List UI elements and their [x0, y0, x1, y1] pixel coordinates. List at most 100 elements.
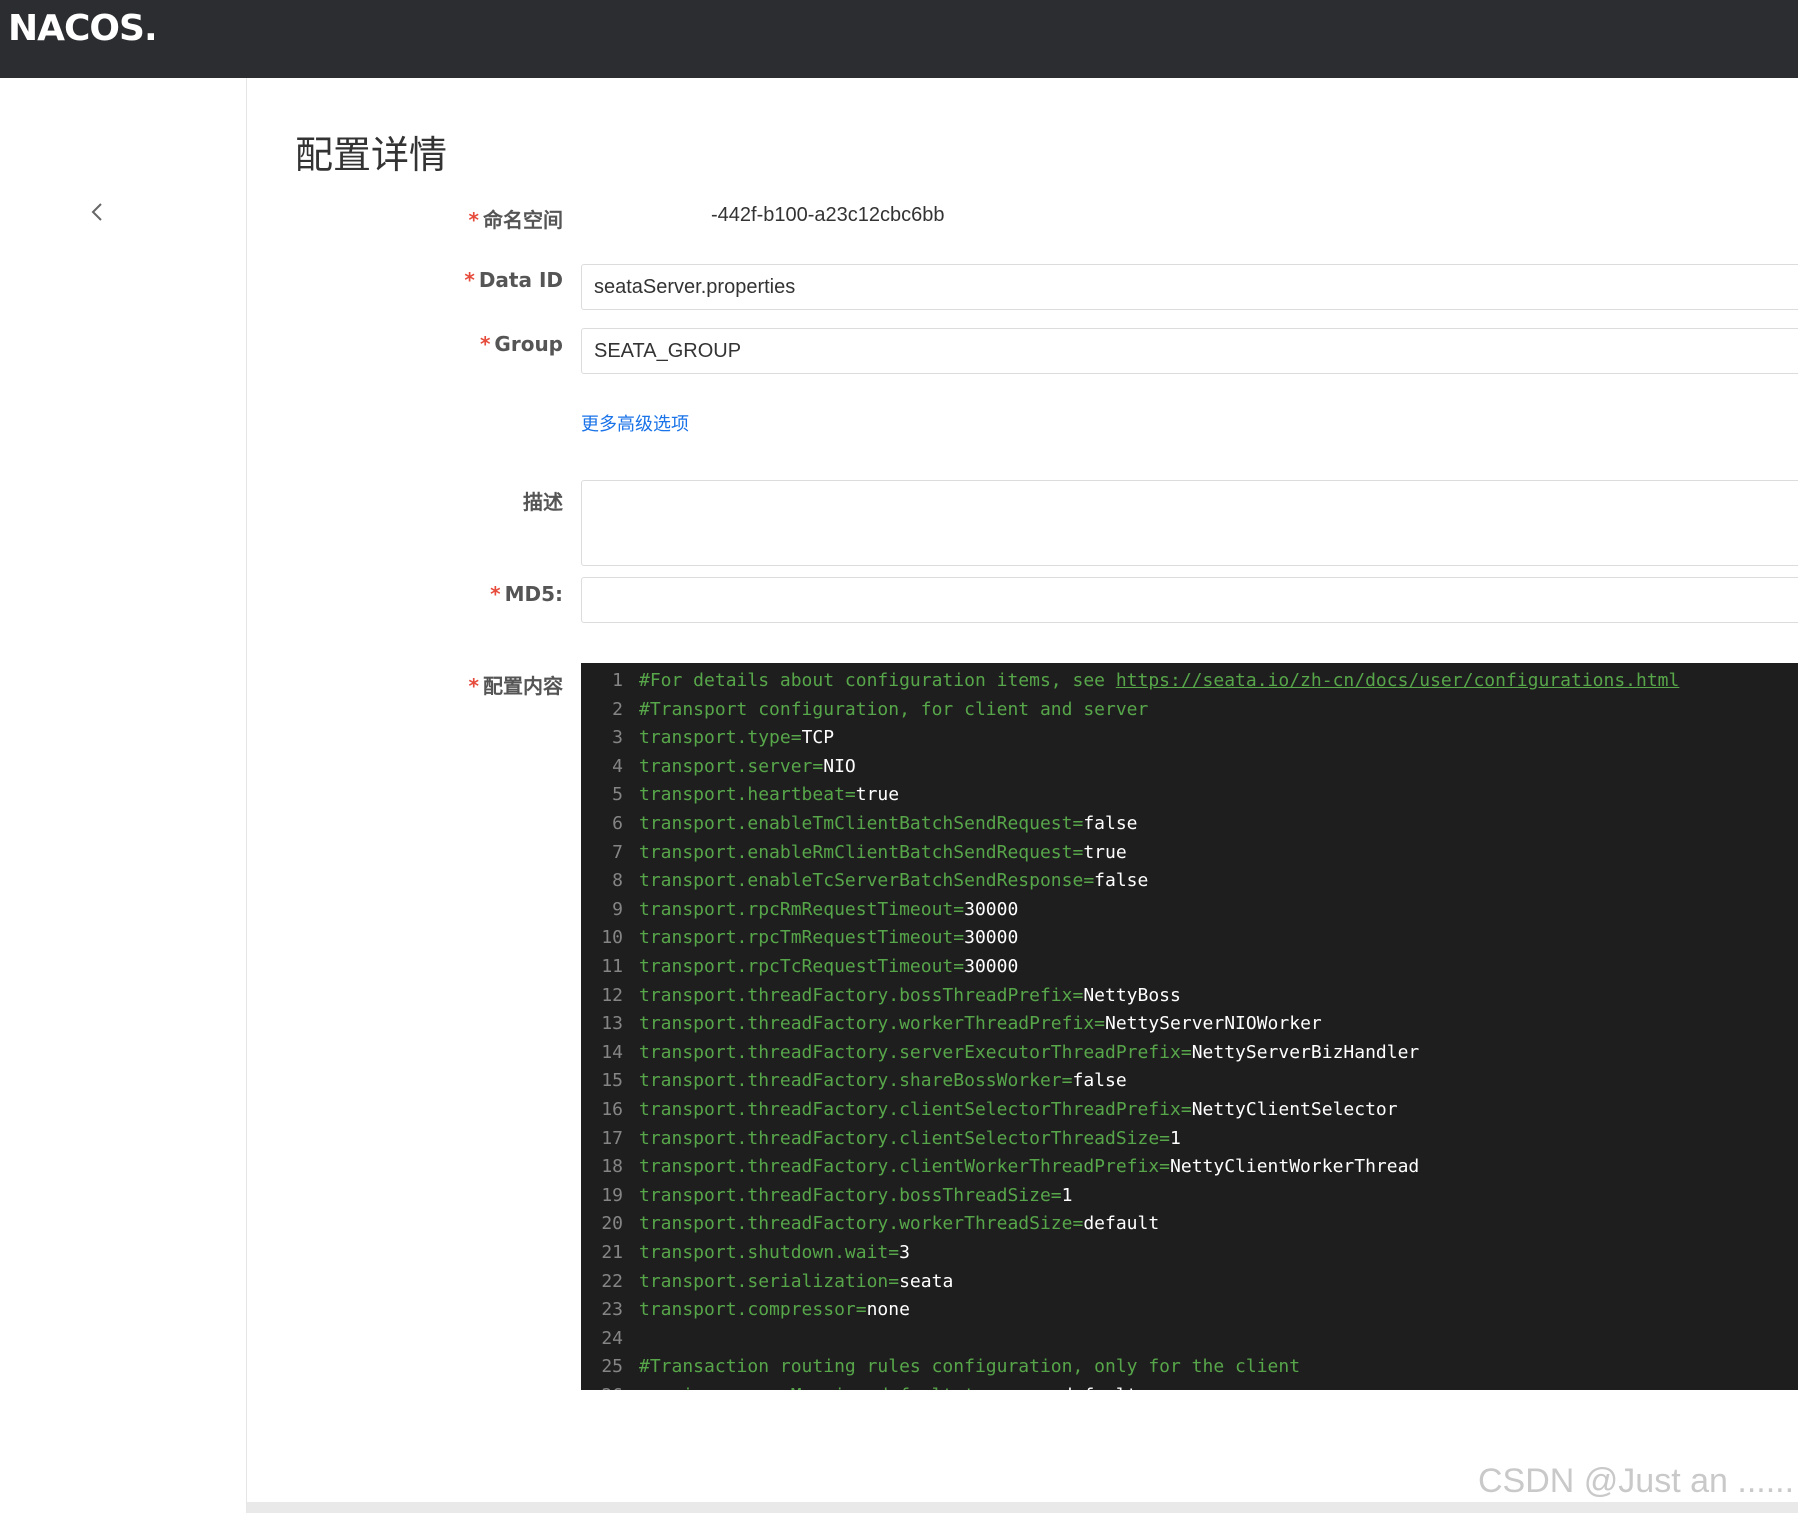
group-input[interactable]: SEATA_GROUP	[581, 328, 1798, 374]
code-line: 13 transport.threadFactory.workerThreadPr…	[581, 1010, 1798, 1038]
line-number: 1	[612, 670, 623, 691]
line-number: 7	[612, 841, 623, 863]
line-number: 15	[601, 1070, 623, 1092]
line-number: 18	[601, 1156, 623, 1178]
code-value: 30000	[964, 956, 1019, 977]
line-number: 16	[601, 1099, 623, 1120]
line-number: 6	[612, 813, 623, 834]
code-value: false	[1094, 870, 1149, 892]
line-number: 19	[601, 1184, 623, 1206]
advanced-options-link[interactable]: 更多高级选项	[581, 410, 689, 436]
code-value: true	[855, 784, 900, 806]
code-value: default	[1062, 1385, 1138, 1390]
line-number: 8	[612, 870, 623, 892]
code-value: default	[1083, 1213, 1160, 1235]
code-value: NettyServerBizHandler	[1191, 1041, 1420, 1063]
code-line: 3 transport.type=TCP	[581, 724, 1798, 752]
code-comment: #For details about configuration items, …	[639, 670, 1116, 691]
code-comment: #Transport configuration, for client and…	[639, 698, 1149, 720]
code-value: NIO	[823, 755, 856, 777]
description-label: 描述	[523, 490, 563, 514]
namespace-label: * 命名空间	[468, 208, 563, 232]
code-key: transport.threadFactory.workerThreadPref…	[639, 1013, 1105, 1035]
code-value: TCP	[801, 727, 835, 749]
code-key: transport.enableRmClientBatchSendRequest…	[639, 841, 1084, 863]
description-textarea[interactable]	[581, 480, 1798, 566]
md5-label: * MD5:	[490, 582, 563, 606]
line-number: 20	[601, 1213, 623, 1235]
code-key: transport.rpcTcRequestTimeout=	[639, 956, 965, 977]
code-value: false	[1083, 813, 1138, 834]
code-line: 22 transport.serialization=seata	[581, 1268, 1798, 1296]
sidebar	[0, 78, 247, 1513]
code-line: 19 transport.threadFactory.bossThreadSize…	[581, 1182, 1798, 1210]
chevron-left-icon[interactable]	[86, 200, 110, 224]
line-number: 17	[601, 1127, 623, 1149]
code-key: transport.serialization=	[639, 1270, 900, 1292]
code-key: transport.threadFactory.bossThreadSize=	[639, 1184, 1062, 1206]
code-line: 16 transport.threadFactory.clientSelector…	[581, 1096, 1798, 1124]
line-number: 26	[581, 1382, 639, 1390]
line-number: 9	[612, 898, 623, 920]
line-number: 12	[601, 984, 623, 1006]
code-line: 26service.vgroupMapping.default_tx_group…	[581, 1382, 1798, 1390]
horizontal-scrollbar[interactable]	[247, 1502, 1798, 1513]
code-key: transport.enableTmClientBatchSendRequest…	[639, 813, 1084, 834]
line-number: 2	[612, 698, 623, 720]
code-value: 30000	[964, 927, 1019, 949]
code-line: 12 transport.threadFactory.bossThreadPref…	[581, 982, 1798, 1010]
page-title: 配置详情	[295, 133, 448, 177]
code-value: 1	[1061, 1184, 1073, 1206]
code-key: transport.rpcRmRequestTimeout=	[639, 898, 965, 920]
required-mark: *	[468, 208, 479, 232]
code-line: 1 #For details about configuration items,…	[581, 667, 1798, 695]
code-value: 30000	[964, 898, 1019, 920]
watermark: CSDN @Just an ......	[1478, 1462, 1795, 1500]
code-value: NettyBoss	[1083, 984, 1181, 1006]
code-url-link[interactable]: https://seata.io/zh-cn/docs/user/configu…	[1116, 670, 1680, 691]
code-line: 21 transport.shutdown.wait=3	[581, 1239, 1798, 1267]
code-line: 8 transport.enableTcServerBatchSendRespon…	[581, 867, 1798, 895]
code-key: transport.server=	[639, 755, 824, 777]
code-key: transport.threadFactory.workerThreadSize…	[639, 1213, 1084, 1235]
code-value: 1	[1170, 1127, 1181, 1149]
code-key: service.vgroupMapping.default_tx_group=	[639, 1385, 1062, 1390]
code-value: seata	[899, 1270, 954, 1292]
code-key: transport.compressor=	[639, 1299, 867, 1321]
code-line: 14 transport.threadFactory.serverExecutor…	[581, 1039, 1798, 1067]
code-line: 5 transport.heartbeat=true	[581, 781, 1798, 809]
code-line: 2 #Transport configuration, for client an…	[581, 696, 1798, 724]
code-line: 7 transport.enableRmClientBatchSendReques…	[581, 839, 1798, 867]
code-value: 3	[899, 1242, 910, 1263]
code-editor[interactable]: 1 #For details about configuration items,…	[581, 663, 1798, 1390]
code-line: 20 transport.threadFactory.workerThreadSi…	[581, 1210, 1798, 1238]
line-number: 24	[601, 1327, 623, 1349]
code-line: 6 transport.enableTmClientBatchSendReques…	[581, 810, 1798, 838]
line-number: 23	[601, 1299, 623, 1321]
line-number: 4	[612, 755, 623, 777]
namespace-value: -442f-b100-a23c12cbc6bb	[711, 204, 945, 226]
data-id-label: * Data ID	[464, 268, 563, 292]
line-number: 25	[601, 1356, 623, 1378]
code-key: transport.enableTcServerBatchSendRespons…	[639, 870, 1095, 892]
nacos-logo[interactable]: NACOS.	[8, 8, 158, 49]
code-value: NettyClientSelector	[1191, 1099, 1398, 1120]
code-line: 24	[581, 1325, 1798, 1353]
md5-input[interactable]	[581, 577, 1798, 623]
code-value: none	[866, 1299, 910, 1321]
line-number: 21	[601, 1242, 623, 1263]
line-number: 3	[612, 727, 623, 749]
data-id-input[interactable]: seataServer.properties	[581, 264, 1798, 310]
code-value: true	[1083, 841, 1127, 863]
code-key: transport.threadFactory.clientSelectorTh…	[639, 1127, 1171, 1149]
logo-text: NACOS.	[8, 8, 158, 49]
code-key: transport.threadFactory.bossThreadPrefix…	[639, 984, 1084, 1006]
code-key: transport.threadFactory.serverExecutorTh…	[639, 1041, 1192, 1063]
main-content: 配置详情 * 命名空间 -442f-b100-a23c12cbc6bb * Data…	[247, 78, 1798, 1513]
line-number: 14	[601, 1041, 623, 1063]
required-mark: *	[490, 582, 501, 606]
code-value: NettyClientWorkerThread	[1170, 1156, 1420, 1178]
group-label: * Group	[479, 332, 563, 356]
code-key: transport.shutdown.wait=	[639, 1242, 900, 1263]
line-number: 5	[612, 784, 623, 806]
